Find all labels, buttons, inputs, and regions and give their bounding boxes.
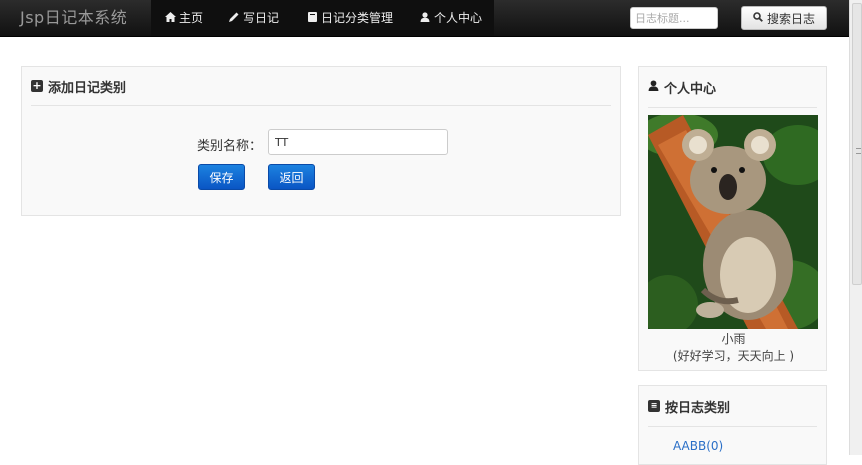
- plus-square-icon: +: [31, 79, 43, 92]
- search-input[interactable]: [630, 7, 718, 29]
- category-header: ≡ 按日志类别: [648, 386, 817, 427]
- back-button[interactable]: 返回: [268, 164, 315, 190]
- category-name-input[interactable]: [268, 129, 448, 155]
- page-scrollbar[interactable]: [849, 0, 862, 455]
- add-category-panel: + 添加日记类别 类别名称： 保存 返回: [21, 66, 621, 216]
- nav-item-label: 个人中心: [434, 11, 483, 25]
- panel-title: 添加日记类别: [48, 80, 127, 96]
- profile-panel: 个人中心 小雨 (好好学习，天天向上 ): [638, 66, 827, 371]
- search-button-label: 搜索日志: [766, 11, 815, 26]
- nav-item-write[interactable]: 写日记: [228, 0, 279, 36]
- category-panel: ≡ 按日志类别 AABB(0): [638, 385, 827, 465]
- category-link[interactable]: AABB(0): [673, 439, 723, 453]
- top-navbar: Jsp日记本系统 主页 写日记 日记分类管理 个人中心 搜索日志: [0, 0, 849, 37]
- profile-title: 个人中心: [664, 81, 717, 97]
- profile-header: 个人中心: [648, 67, 817, 108]
- nav-menu: 主页 写日记 日记分类管理 个人中心: [151, 0, 494, 36]
- home-icon: [164, 1, 176, 37]
- nav-item-home[interactable]: 主页: [164, 0, 203, 36]
- nav-item-label: 写日记: [243, 11, 280, 25]
- user-nickname: 小雨: [721, 332, 746, 346]
- scrollbar-grip-icon: [856, 148, 861, 154]
- panel-header: + 添加日记类别: [31, 67, 611, 106]
- user-icon: [648, 80, 659, 94]
- pencil-icon: [228, 1, 240, 37]
- scrollbar-thumb[interactable]: [852, 3, 862, 285]
- nav-item-profile[interactable]: 个人中心: [419, 0, 482, 36]
- nav-item-category-manage[interactable]: 日记分类管理: [306, 0, 393, 36]
- user-mood: (好好学习，天天向上 ): [672, 349, 795, 363]
- user-icon: [419, 1, 431, 37]
- book-icon: [306, 1, 318, 37]
- avatar[interactable]: [648, 115, 818, 329]
- category-title: 按日志类别: [665, 400, 731, 416]
- nav-item-label: 主页: [179, 11, 204, 25]
- search-button[interactable]: 搜索日志: [741, 6, 827, 30]
- brand-title[interactable]: Jsp日记本系统: [20, 0, 127, 36]
- book-icon: ≡: [648, 400, 660, 412]
- save-button[interactable]: 保存: [198, 164, 245, 190]
- category-name-label: 类别名称：: [197, 139, 263, 154]
- search-icon: [753, 11, 763, 25]
- nav-item-label: 日记分类管理: [321, 11, 394, 25]
